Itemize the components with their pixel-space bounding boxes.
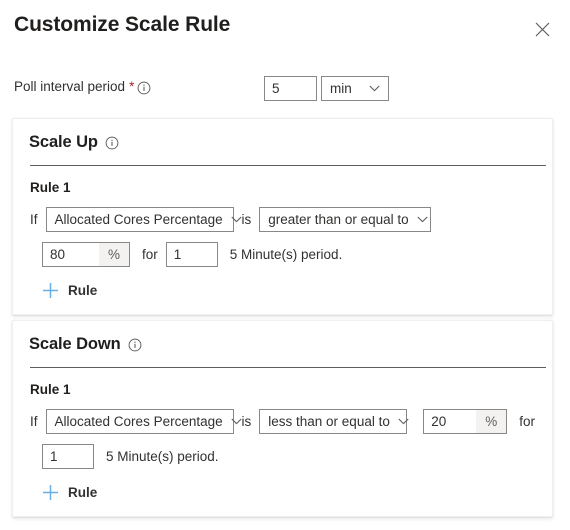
scale-up-header: Scale Up — [13, 119, 552, 165]
scale-down-condition-line-1: If Allocated Cores Percentage is less th… — [30, 409, 535, 434]
scale-down-metric-value: Allocated Cores Percentage — [54, 413, 223, 429]
percent-suffix: % — [99, 243, 129, 266]
scale-up-threshold-input[interactable] — [43, 243, 99, 266]
scale-down-threshold-input[interactable] — [424, 410, 477, 433]
scale-up-threshold-field[interactable]: % — [42, 242, 130, 267]
scale-down-threshold-field[interactable]: % — [423, 409, 508, 434]
scale-up-metric-value: Allocated Cores Percentage — [54, 211, 223, 227]
plus-icon — [42, 484, 59, 501]
scale-up-card: Scale Up Rule 1 If Allocated Cores Perce… — [12, 118, 553, 315]
scale-up-condition-line-2: % for 5 Minute(s) period. — [30, 242, 535, 267]
scale-down-operator-dropdown[interactable]: less than or equal to — [259, 409, 409, 434]
scale-up-operator-dropdown[interactable]: greater than or equal to — [259, 207, 432, 232]
is-label: is — [241, 414, 252, 429]
poll-interval-label-text: Poll interval period — [14, 79, 126, 94]
scale-up-duration-input[interactable] — [165, 242, 218, 267]
poll-interval-input[interactable] — [264, 76, 317, 101]
chevron-down-icon — [231, 418, 242, 425]
chevron-down-icon — [398, 418, 409, 425]
scale-up-add-rule-label: Rule — [68, 283, 98, 298]
close-icon — [535, 22, 550, 37]
scale-down-period-text: 5 Minute(s) period. — [106, 449, 219, 464]
scale-up-body: Rule 1 If Allocated Cores Percentage is … — [13, 166, 552, 314]
scale-up-title: Scale Up — [29, 132, 98, 151]
required-marker: * — [129, 79, 135, 94]
page-title: Customize Scale Rule — [14, 13, 231, 36]
plus-icon — [42, 282, 59, 299]
scale-down-condition-line-2: 5 Minute(s) period. — [30, 444, 535, 469]
chevron-down-icon — [417, 216, 428, 223]
is-label: is — [241, 212, 252, 227]
scale-up-add-rule-button[interactable]: Rule — [40, 280, 99, 301]
info-icon[interactable] — [137, 81, 151, 95]
scale-down-operator-value: less than or equal to — [268, 413, 390, 429]
if-label: If — [30, 212, 38, 227]
scale-down-title: Scale Down — [29, 334, 121, 353]
chevron-down-icon — [231, 216, 242, 223]
info-icon[interactable] — [105, 136, 119, 150]
panel-header: Customize Scale Rule — [0, 8, 570, 52]
scale-down-body: Rule 1 If Allocated Cores Percentage is … — [13, 368, 552, 516]
poll-interval-unit-dropdown[interactable]: min — [321, 76, 389, 101]
close-button[interactable] — [528, 15, 556, 43]
scale-down-duration-input[interactable] — [42, 444, 94, 469]
info-icon[interactable] — [128, 338, 142, 352]
scale-down-rule-label: Rule 1 — [30, 382, 71, 397]
chevron-down-icon — [369, 85, 380, 92]
poll-interval-unit-value: min — [330, 80, 352, 96]
scale-down-add-rule-button[interactable]: Rule — [40, 482, 99, 503]
if-label: If — [30, 414, 38, 429]
scale-down-metric-dropdown[interactable]: Allocated Cores Percentage — [45, 409, 242, 434]
scale-down-card: Scale Down Rule 1 If Allocated Cores Per… — [12, 320, 553, 517]
scale-up-condition-line-1: If Allocated Cores Percentage is greater… — [30, 207, 535, 232]
for-label: for — [142, 247, 158, 262]
scale-up-metric-dropdown[interactable]: Allocated Cores Percentage — [45, 207, 242, 232]
scale-up-operator-value: greater than or equal to — [268, 211, 409, 227]
scale-down-header: Scale Down — [13, 321, 552, 367]
scale-up-period-text: 5 Minute(s) period. — [229, 247, 343, 262]
scale-up-rule-label: Rule 1 — [30, 180, 71, 195]
percent-suffix: % — [476, 410, 507, 433]
customize-scale-rule-panel: Customize Scale Rule Poll interval perio… — [0, 0, 570, 530]
poll-interval-row: Poll interval period * min — [0, 76, 570, 102]
for-label: for — [519, 414, 535, 429]
scale-down-add-rule-label: Rule — [68, 485, 98, 500]
poll-interval-label: Poll interval period * — [14, 79, 151, 94]
